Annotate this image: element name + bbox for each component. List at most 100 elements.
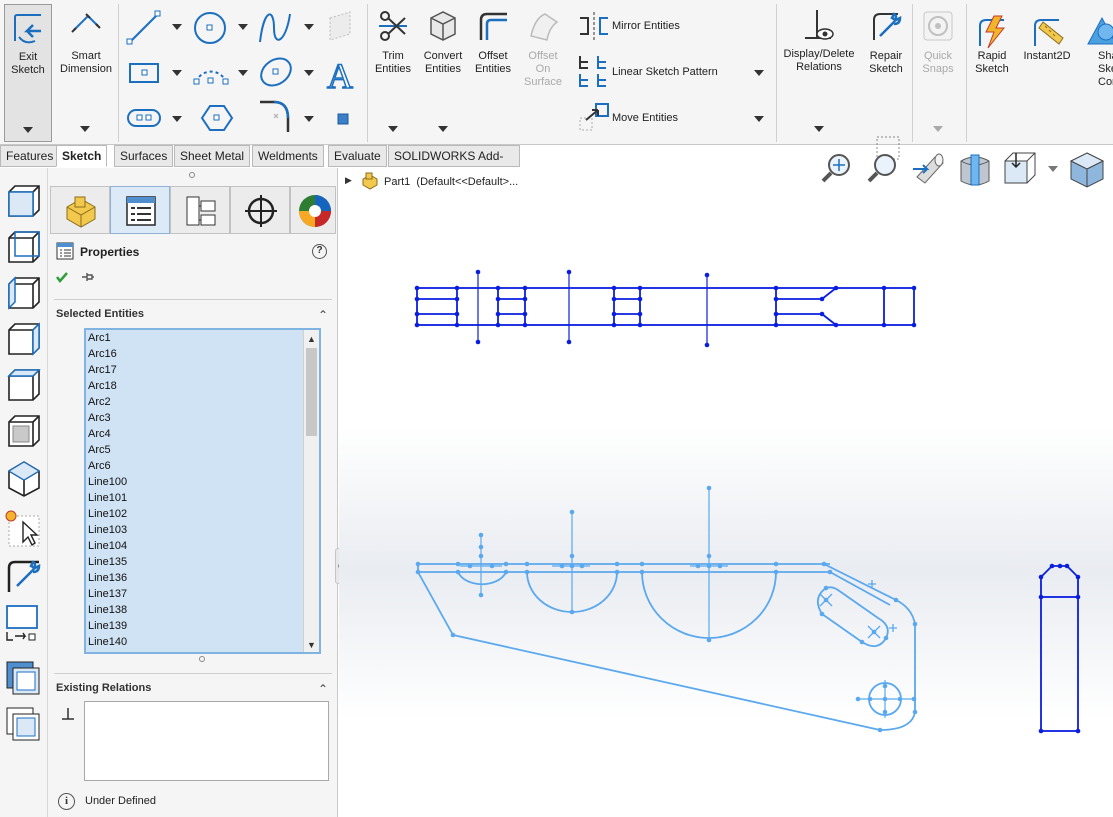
top-view-sketch[interactable] (416, 272, 915, 345)
list-item[interactable]: Line101 (86, 490, 319, 506)
move-entities-button[interactable]: Move Entities (574, 100, 774, 134)
rectangle-dropdown-icon[interactable] (172, 70, 182, 76)
fillet-icon[interactable] (260, 100, 290, 132)
mirror-entities-button[interactable]: Mirror Entities (574, 10, 774, 44)
isometric-view-icon[interactable] (3, 458, 45, 500)
front-view-icon[interactable] (3, 182, 45, 224)
list-item[interactable]: Arc16 (86, 346, 319, 362)
list-item[interactable]: Line135 (86, 554, 319, 570)
trim-entities-button[interactable]: Trim Entities (370, 6, 416, 142)
bottom-view-icon[interactable] (3, 412, 45, 454)
tab-solidworks-add-ins[interactable]: SOLIDWORKS Add-Ins (388, 145, 520, 184)
list-item[interactable]: Line102 (86, 506, 319, 522)
existing-relations-list[interactable] (84, 701, 329, 781)
offset-entities-button[interactable]: Offset Entities (470, 6, 516, 142)
front-view-sketch-selected[interactable] (417, 488, 916, 731)
point-icon[interactable] (337, 113, 349, 125)
side-view-sketch[interactable] (1040, 565, 1079, 732)
linear-sketch-pattern-button[interactable]: Linear Sketch Pattern (574, 52, 774, 92)
display-style-icon[interactable] (3, 658, 45, 700)
arc-icon[interactable] (193, 70, 229, 85)
list-item[interactable]: Arc5 (86, 442, 319, 458)
list-item[interactable]: Line137 (86, 586, 319, 602)
list-item[interactable]: Arc17 (86, 362, 319, 378)
pattern-dropdown-icon[interactable] (754, 70, 764, 76)
right-view-icon[interactable] (3, 320, 45, 362)
list-item[interactable]: Arc4 (86, 426, 319, 442)
ellipse-dropdown-icon[interactable] (304, 70, 314, 76)
list-resize-grip-icon[interactable] (199, 656, 205, 662)
circle-dropdown-icon[interactable] (238, 24, 248, 30)
slot-icon[interactable] (127, 109, 161, 127)
rectangle-icon[interactable] (129, 63, 159, 83)
help-icon[interactable]: ? (312, 244, 327, 259)
pushpin-icon[interactable] (81, 271, 95, 283)
list-item[interactable]: Line104 (86, 538, 319, 554)
scroll-thumb[interactable] (306, 348, 317, 436)
exit-sketch-dropdown-icon[interactable] (23, 127, 33, 133)
tab-feature-manager[interactable] (50, 186, 110, 234)
spline-icon[interactable] (259, 13, 291, 43)
tab-display-manager[interactable] (290, 186, 336, 234)
arc-dropdown-icon[interactable] (238, 70, 248, 76)
tab-surfaces[interactable]: Surfaces (114, 145, 174, 167)
ellipse-icon[interactable] (256, 53, 296, 91)
tab-features[interactable]: Features (0, 145, 60, 167)
circle-icon[interactable] (194, 12, 226, 44)
list-item[interactable]: Arc18 (86, 378, 319, 394)
polygon-icon[interactable] (200, 105, 234, 131)
tab-configuration-manager[interactable] (170, 186, 230, 234)
list-item[interactable]: Arc1 (86, 330, 319, 346)
scroll-down-icon[interactable]: ▼ (307, 640, 316, 650)
display-delete-relations-button[interactable]: Display/Delete Relations (778, 6, 860, 142)
tab-weldments[interactable]: Weldments (252, 145, 324, 167)
tab-property-manager[interactable] (110, 186, 170, 234)
left-view-icon[interactable] (3, 274, 45, 316)
list-item[interactable]: Line136 (86, 570, 319, 586)
tab-dimxpert-manager[interactable] (230, 186, 290, 234)
relations-dropdown-icon[interactable] (814, 126, 824, 132)
back-view-icon[interactable] (3, 228, 45, 270)
convert-dropdown-icon[interactable] (438, 126, 448, 132)
trim-dropdown-icon[interactable] (388, 126, 398, 132)
sketch-canvas[interactable] (339, 168, 1113, 817)
list-item[interactable]: Arc2 (86, 394, 319, 410)
list-item[interactable]: Arc3 (86, 410, 319, 426)
spline-dropdown-icon[interactable] (304, 24, 314, 30)
tab-sketch[interactable]: Sketch (56, 145, 108, 167)
list-item[interactable]: Arc6 (86, 458, 319, 474)
panel-grip-icon[interactable] (189, 172, 195, 178)
hidden-lines-icon[interactable] (3, 704, 45, 746)
repair-sketch-button[interactable]: Repair Sketch (862, 6, 910, 142)
smart-dimension-button[interactable]: Smart Dimension (56, 6, 116, 142)
list-item[interactable]: Line139 (86, 618, 319, 634)
exit-sketch-button[interactable]: Exit Sketch (4, 4, 52, 142)
convert-entities-button[interactable]: Convert Entities (418, 6, 468, 142)
list-item[interactable]: Line103 (86, 522, 319, 538)
sketch-tool-icon[interactable] (3, 556, 45, 598)
graphics-area[interactable]: ▶ Part1 (Default<<Default>... (339, 136, 1113, 817)
line-dropdown-icon[interactable] (172, 24, 182, 30)
ok-checkmark-icon[interactable] (55, 270, 69, 284)
view-selector-icon[interactable] (3, 602, 45, 644)
rapid-sketch-button[interactable]: Rapid Sketch (968, 6, 1016, 142)
instant2d-button[interactable]: Instant2D (1018, 6, 1076, 142)
list-item[interactable]: Line100 (86, 474, 319, 490)
fillet-dropdown-icon[interactable] (304, 116, 314, 122)
scroll-up-icon[interactable]: ▲ (307, 334, 316, 344)
normal-to-icon[interactable] (3, 508, 45, 550)
list-item[interactable]: Line138 (86, 602, 319, 618)
tab-sheet-metal[interactable]: Sheet Metal (174, 145, 251, 167)
top-view-icon[interactable] (3, 366, 45, 408)
text-icon[interactable]: A (326, 55, 354, 97)
move-dropdown-icon[interactable] (754, 116, 764, 122)
selected-entities-list[interactable]: Arc1 Arc16 Arc17 Arc18 Arc2 Arc3 Arc4 Arc5 Arc6 L… (84, 328, 321, 654)
list-scrollbar[interactable]: ▲ ▼ (303, 330, 319, 652)
collapse-existing-relations-icon[interactable]: ⌃ (318, 682, 328, 696)
line-icon[interactable] (126, 10, 161, 45)
smart-dimension-dropdown-icon[interactable] (80, 126, 90, 132)
tab-evaluate[interactable]: Evaluate (328, 145, 387, 167)
shaded-sketch-contours-button[interactable]: Shad Sketc Conto (1078, 6, 1113, 142)
list-item[interactable]: Line140 (86, 634, 319, 650)
slot-dropdown-icon[interactable] (172, 116, 182, 122)
